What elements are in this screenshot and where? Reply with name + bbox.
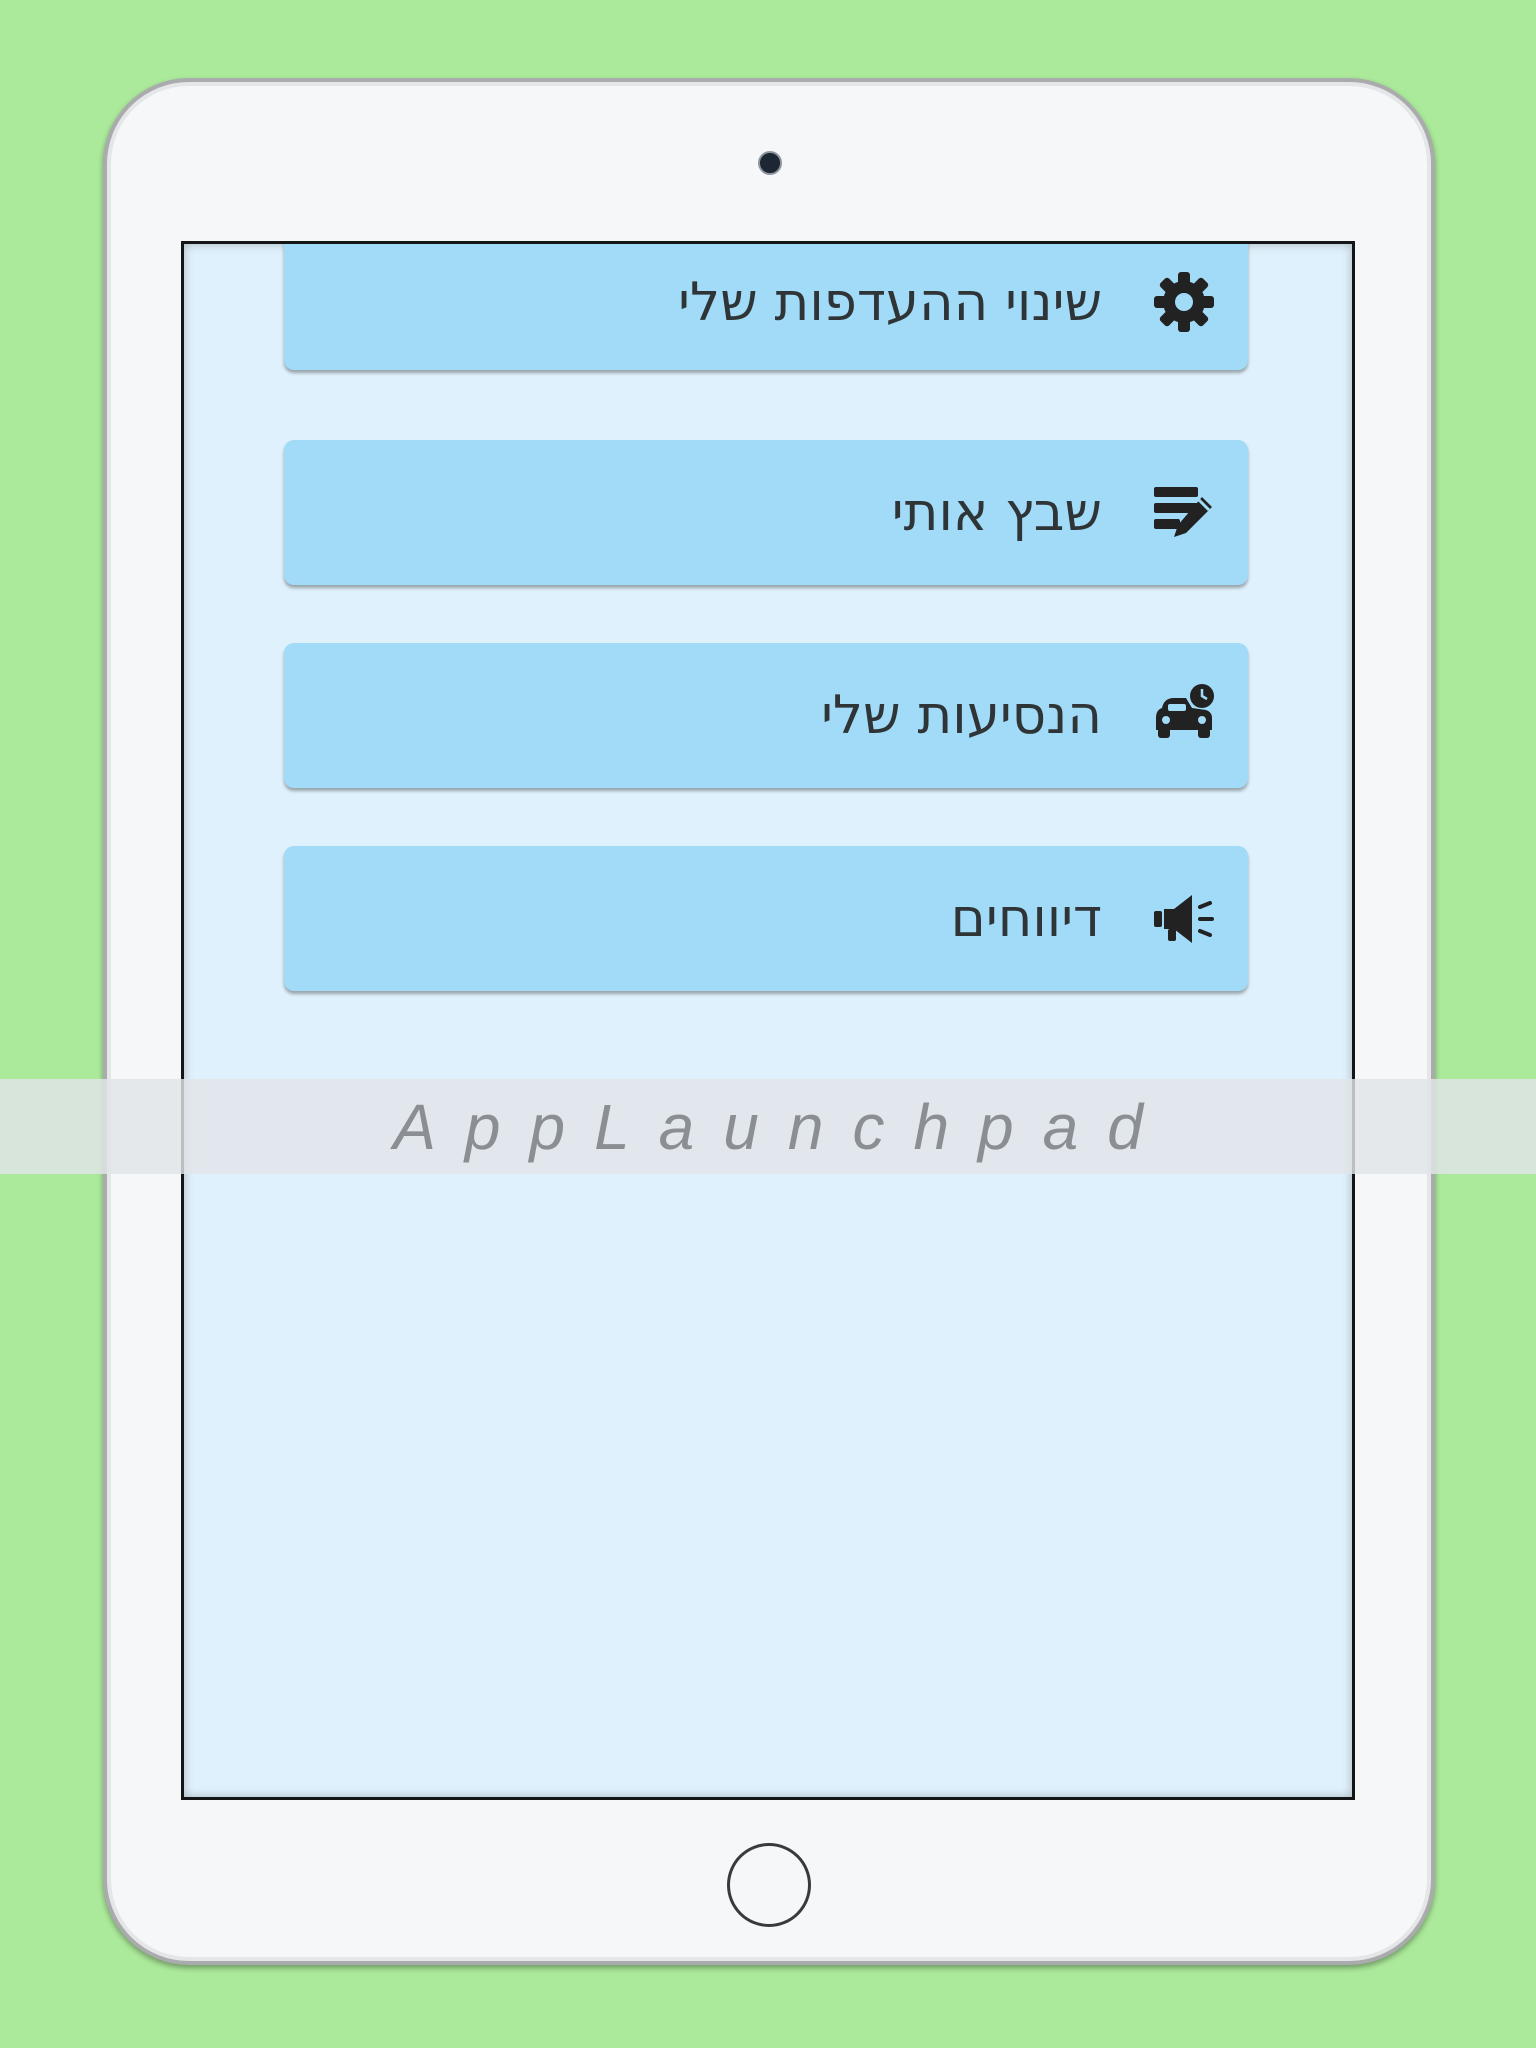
megaphone-icon xyxy=(1152,887,1216,951)
menu-item-label: שבץ אותי xyxy=(891,482,1102,543)
edit-note-icon xyxy=(1152,481,1216,545)
camera-icon xyxy=(758,151,782,175)
menu-item-reports[interactable]: דיווחים xyxy=(284,846,1248,991)
gear-icon xyxy=(1152,270,1216,334)
app-screen: שינוי ההעדפות שלי שבץ אותי הנסיעות שלי ד… xyxy=(181,241,1355,1800)
watermark-text: AppLaunchpad xyxy=(393,1090,1172,1163)
menu-item-preferences[interactable]: שינוי ההעדפות שלי xyxy=(284,244,1248,370)
menu-item-label: דיווחים xyxy=(950,888,1102,949)
menu-item-label: שינוי ההעדפות שלי xyxy=(678,271,1102,333)
menu-item-label: הנסיעות שלי xyxy=(821,685,1102,746)
car-clock-icon xyxy=(1152,683,1216,748)
home-button[interactable] xyxy=(727,1843,811,1927)
menu-item-my-rides[interactable]: הנסיעות שלי xyxy=(284,643,1248,788)
menu-item-assign-me[interactable]: שבץ אותי xyxy=(284,440,1248,585)
